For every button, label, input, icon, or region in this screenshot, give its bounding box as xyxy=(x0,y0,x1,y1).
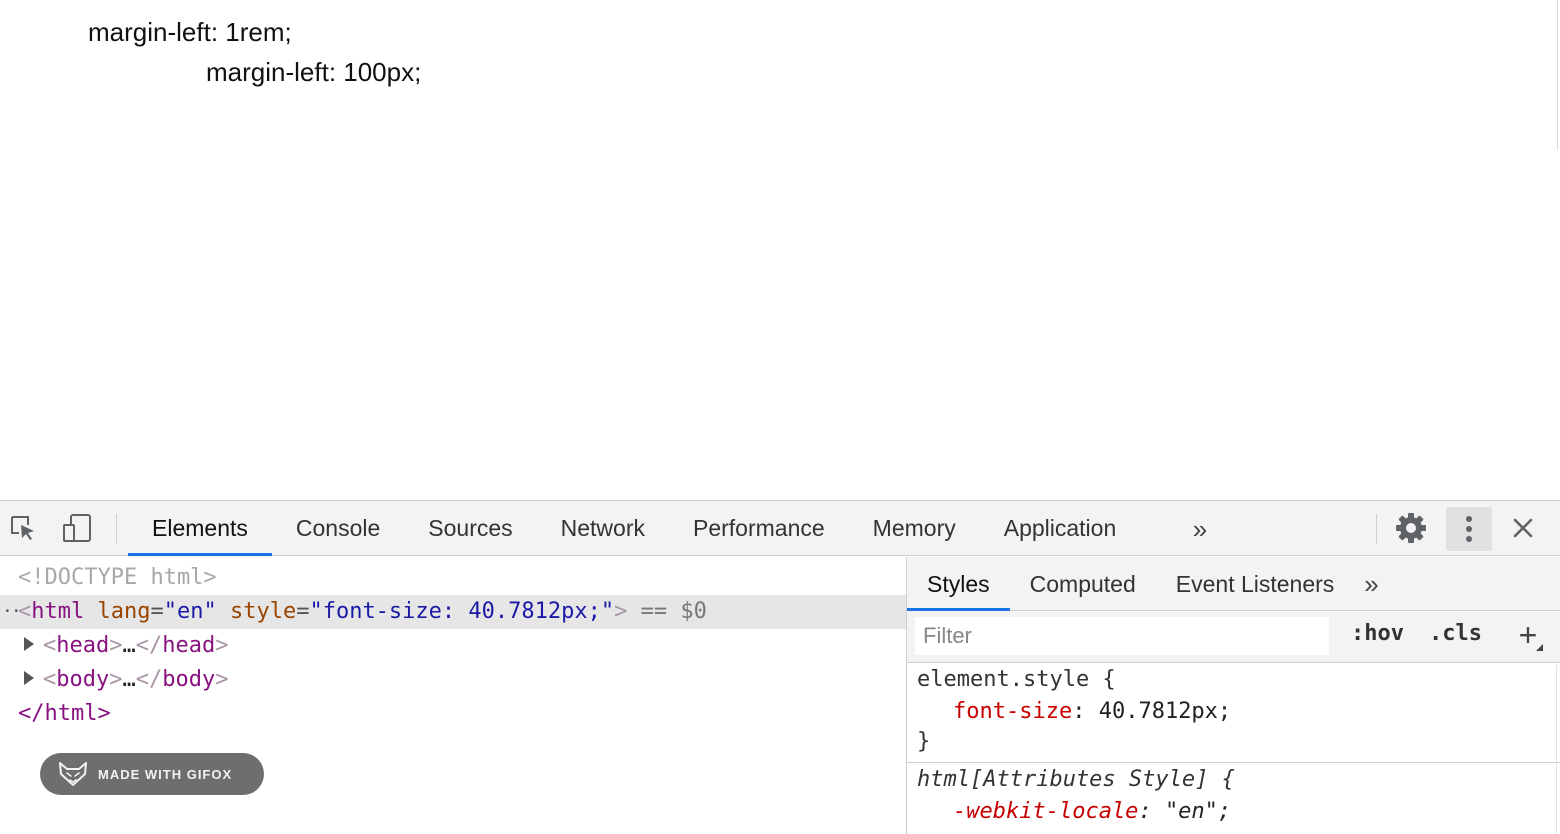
devtools-toolbar: Elements Console Sources Network Perform… xyxy=(0,501,1560,556)
inspect-element-icon[interactable] xyxy=(6,511,40,545)
sidebar-tab-strip: Styles Computed Event Listeners » xyxy=(907,557,1560,611)
class-toggle[interactable]: .cls xyxy=(1429,621,1482,646)
plus-icon: + xyxy=(1518,617,1538,653)
head-close-tag-name: head xyxy=(162,633,216,658)
dom-head-row[interactable]: <head>…</head> xyxy=(0,629,906,663)
page-viewport: margin-left: 1rem; margin-left: 100px; xyxy=(0,0,1560,500)
rule-declaration[interactable]: font-size: 40.7812px; xyxy=(953,699,1231,724)
page-text-margin-100px: margin-left: 100px; xyxy=(206,57,422,87)
html-attr-style-value: font-size: 40.7812px; xyxy=(322,599,601,624)
dom-tree: <!DOCTYPE html> ·· <html lang="en" style=… xyxy=(0,557,906,834)
dom-html-close-row[interactable]: </html> xyxy=(18,697,924,731)
rule-selector[interactable]: element.style { xyxy=(917,667,1116,692)
toolbar-divider xyxy=(1376,514,1377,544)
close-icon[interactable] xyxy=(1506,511,1540,545)
devtools-panel: Elements Console Sources Network Perform… xyxy=(0,500,1560,834)
expand-triangle-icon[interactable] xyxy=(24,671,34,685)
rule-close-brace: } xyxy=(917,729,931,754)
dom-html-row-selected[interactable]: ·· <html lang="en" style="font-size: 40.7… xyxy=(0,595,906,629)
sidebar-more-tabs-icon[interactable]: » xyxy=(1354,557,1388,611)
dom-doctype-row[interactable]: <!DOCTYPE html> xyxy=(18,561,924,595)
body-tag-name: body xyxy=(56,667,110,692)
html-attr-lang-value: en xyxy=(176,599,204,624)
toolbar-divider xyxy=(116,514,117,544)
collapsed-ellipsis: … xyxy=(122,633,136,658)
dropdown-corner-icon xyxy=(1536,644,1543,651)
hover-state-toggle[interactable]: :hov xyxy=(1351,621,1404,646)
rule-selector: html[Attributes Style] { xyxy=(917,767,1235,792)
tab-styles[interactable]: Styles xyxy=(907,557,1010,611)
tab-network[interactable]: Network xyxy=(537,501,669,556)
tab-computed[interactable]: Computed xyxy=(1010,557,1156,611)
expand-triangle-icon[interactable] xyxy=(24,637,34,651)
gifox-badge-label: MADE WITH GIFOX xyxy=(98,766,233,782)
css-property-name[interactable]: font-size xyxy=(953,699,1072,724)
sidebar-scrollbar[interactable] xyxy=(1556,665,1560,834)
selected-node-marker: == $0 xyxy=(640,599,707,624)
tab-sources[interactable]: Sources xyxy=(404,501,536,556)
kebab-menu-icon[interactable] xyxy=(1446,507,1492,551)
fox-logo-icon xyxy=(59,762,87,786)
panel-tab-strip: Elements Console Sources Network Perform… xyxy=(128,501,1140,556)
gifox-watermark-badge: MADE WITH GIFOX xyxy=(40,753,264,795)
tab-event-listeners[interactable]: Event Listeners xyxy=(1156,557,1355,611)
tab-elements[interactable]: Elements xyxy=(128,501,272,556)
head-tag-name: head xyxy=(56,633,110,658)
body-close-tag-name: body xyxy=(162,667,216,692)
css-property-value[interactable]: 40.7812px; xyxy=(1099,699,1231,724)
html-attr-lang-name: lang xyxy=(97,599,151,624)
rule-declaration: -webkit-locale: "en"; xyxy=(953,799,1232,824)
tab-memory[interactable]: Memory xyxy=(849,501,980,556)
style-rule-attributes-style: html[Attributes Style] { -webkit-locale:… xyxy=(907,765,1560,834)
new-style-rule-button[interactable]: + xyxy=(1511,617,1545,653)
tab-performance[interactable]: Performance xyxy=(669,501,849,556)
gear-icon[interactable] xyxy=(1394,511,1428,545)
style-rule-element-style: element.style { font-size: 40.7812px; } xyxy=(907,665,1560,763)
more-tabs-icon[interactable]: » xyxy=(1182,511,1218,547)
styles-filter-input[interactable] xyxy=(915,617,1329,655)
css-property-name: -webkit-locale xyxy=(953,799,1139,824)
dom-body-row[interactable]: <body>…</body> xyxy=(0,663,906,697)
styles-filter-bar: :hov .cls + xyxy=(907,611,1560,663)
page-text-margin-1rem: margin-left: 1rem; xyxy=(88,17,292,47)
tab-console[interactable]: Console xyxy=(272,501,404,556)
html-tag-name: html xyxy=(31,599,85,624)
html-attr-style-name: style xyxy=(229,599,297,624)
device-toolbar-icon[interactable] xyxy=(60,511,94,545)
tab-application[interactable]: Application xyxy=(980,501,1141,556)
styles-sidebar: Styles Computed Event Listeners » :hov .… xyxy=(906,557,1560,834)
collapsed-ellipsis: … xyxy=(122,667,136,692)
collapse-dots-icon[interactable]: ·· xyxy=(2,595,22,629)
css-property-value: "en"; xyxy=(1164,799,1232,824)
